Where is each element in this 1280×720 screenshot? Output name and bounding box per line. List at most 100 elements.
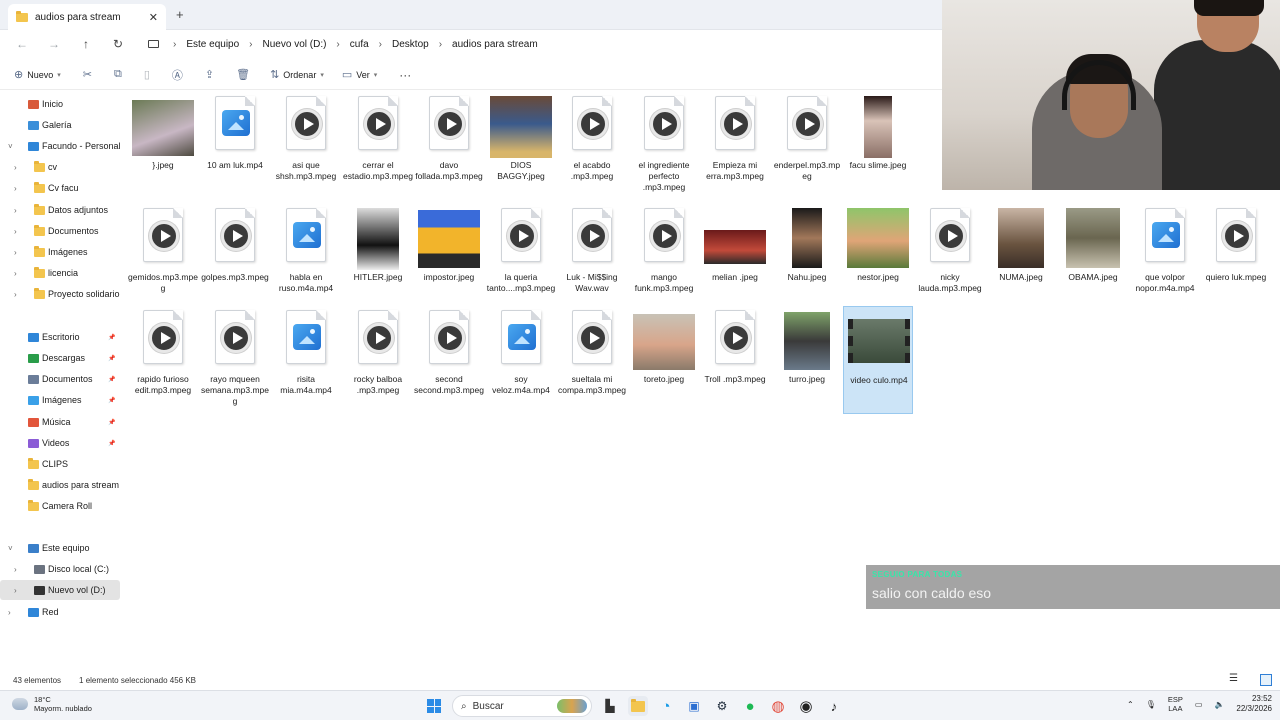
sidebar-item[interactable]: › Disco local (C:) [0, 559, 120, 579]
sidebar-item[interactable]: › Proyecto solidario [0, 284, 120, 304]
file-item[interactable]: second second.mp3.mpeg [414, 308, 484, 416]
chevron-right-icon[interactable]: › [14, 290, 17, 299]
sidebar-item[interactable]: Inicio [0, 94, 120, 114]
sidebar-item[interactable]: Descargas 📌 [0, 348, 120, 368]
sidebar-item[interactable]: Imágenes 📌 [0, 390, 120, 410]
file-item[interactable]: sueltala mi compa.mp3.mpeg [557, 308, 627, 416]
breadcrumb-este-equipo[interactable]: Este equipo [186, 39, 239, 50]
file-item[interactable]: toreto.jpeg [629, 308, 699, 416]
sidebar-item[interactable]: Escritorio 📌 [0, 327, 120, 347]
file-item[interactable]: facu slime.jpeg [843, 94, 913, 202]
sort-button[interactable]: ⇅ Ordenar ▾ [270, 68, 324, 81]
file-explorer-app-icon[interactable] [628, 696, 648, 716]
chevron-right-icon[interactable]: › [14, 269, 17, 278]
sidebar-item[interactable]: › Nuevo vol (D:) [0, 580, 120, 600]
file-item[interactable]: nestor.jpeg [843, 206, 913, 314]
chevron-up-icon[interactable]: ⌃ [1127, 700, 1134, 709]
file-item[interactable]: Empieza mi erra.mp3.mpeg [700, 94, 770, 202]
forward-button[interactable]: → [38, 37, 70, 51]
tab-audios-para-stream[interactable]: audios para stream ✕ [8, 4, 166, 30]
file-item[interactable]: enderpel.mp3.mpeg [772, 94, 842, 202]
up-button[interactable]: ↑ [70, 37, 102, 51]
sidebar-item[interactable]: audios para stream [0, 475, 120, 495]
edge-icon[interactable]: ◔ [656, 696, 676, 716]
more-options-button[interactable]: ··· [399, 68, 411, 82]
delete-button[interactable]: 🗑 [236, 68, 250, 81]
chevron-right-icon[interactable]: › [14, 206, 17, 215]
file-item[interactable]: video culo.mp4 [843, 306, 913, 414]
chevron-right-icon[interactable]: › [14, 248, 17, 257]
sidebar-item[interactable]: › Cv facu [0, 178, 120, 198]
sidebar-item[interactable]: ˅ Este equipo [0, 538, 120, 558]
sidebar-item[interactable]: CLIPS [0, 454, 120, 474]
file-item[interactable]: HITLER.jpeg [343, 206, 413, 314]
chevron-down-icon[interactable]: ˅ [8, 142, 13, 151]
chevron-right-icon[interactable]: › [14, 184, 17, 193]
file-item[interactable]: nicky lauda.mp3.mpeg [915, 206, 985, 314]
file-item[interactable]: golpes.mp3.mpeg [200, 206, 270, 314]
breadcrumb-nuevo-vol[interactable]: Nuevo vol (D:) [263, 39, 327, 50]
file-item[interactable]: quiero luk.mpeg [1201, 206, 1271, 314]
sidebar-item[interactable]: Documentos 📌 [0, 369, 120, 389]
sidebar-item[interactable]: › Red [0, 602, 120, 622]
share-button[interactable]: ⇪ [205, 68, 214, 81]
sidebar-item[interactable]: Camera Roll [0, 496, 120, 516]
file-item[interactable]: soy veloz.m4a.mp4 [486, 308, 556, 416]
file-item[interactable]: rayo mqueen semana.mp3.mpeg [200, 308, 270, 416]
file-item[interactable]: davo follada.mp3.mpeg [414, 94, 484, 202]
chevron-down-icon[interactable]: ˅ [8, 544, 13, 553]
file-item[interactable]: 10 am luk.mp4 [200, 94, 270, 202]
sidebar-item[interactable]: ˅ Facundo - Personal [0, 136, 121, 156]
file-item[interactable]: cerrar el estadio.mp3.mpeg [343, 94, 413, 202]
file-item[interactable]: Luk - Mi$$ing Wav.wav [557, 206, 627, 314]
paste-button[interactable]: ▯ [144, 68, 150, 81]
chevron-right-icon[interactable]: › [14, 586, 17, 595]
file-item[interactable]: impostor.jpeg [414, 206, 484, 314]
spotify-icon[interactable]: ● [740, 696, 760, 716]
breadcrumb-audios-para-stream[interactable]: audios para stream [452, 39, 538, 50]
weather-widget[interactable]: 18°C Mayorm. nublado [12, 695, 92, 713]
network-icon[interactable]: ▭ [1195, 700, 1203, 709]
file-item[interactable]: el ingrediente perfecto .mp3.mpeg [629, 94, 699, 202]
file-item[interactable]: Nahu.jpeg [772, 206, 842, 314]
file-item[interactable]: asi que shsh.mp3.mpeg [271, 94, 341, 202]
sidebar-item[interactable]: Música 📌 [0, 412, 120, 432]
language-indicator[interactable]: ESP LAA [1168, 695, 1183, 713]
sidebar-item[interactable]: Galería [0, 115, 120, 135]
start-button[interactable] [424, 696, 444, 716]
file-item[interactable]: mango funk.mp3.mpeg [629, 206, 699, 314]
steam-icon[interactable]: ⚙ [712, 696, 732, 716]
file-item[interactable]: la queria tanto....mp3.mpeg [486, 206, 556, 314]
file-item[interactable]: gemidos.mp3.mpeg [128, 206, 198, 314]
obs-icon[interactable]: ◉ [796, 696, 816, 716]
breadcrumb-cufa[interactable]: cufa [350, 39, 369, 50]
file-item[interactable]: rapido furioso edit.mp3.mpeg [128, 308, 198, 416]
cut-button[interactable]: ✂ [83, 68, 92, 81]
file-item[interactable]: melian .jpeg [700, 206, 770, 314]
file-item[interactable]: Troll .mp3.mpeg [700, 308, 770, 416]
large-icons-view-button[interactable] [1260, 674, 1272, 686]
sidebar-item[interactable]: › cv [0, 157, 120, 177]
task-view-icon[interactable]: ▙ [600, 696, 620, 716]
sidebar-item[interactable]: Videos 📌 [0, 433, 120, 453]
file-item[interactable]: habla en ruso.m4a.mp4 [271, 206, 341, 314]
tiktok-icon[interactable]: ♪ [824, 696, 844, 716]
file-item[interactable]: risita mia.m4a.mp4 [271, 308, 341, 416]
copy-button[interactable]: ⧉ [114, 68, 122, 81]
clock[interactable]: 23:52 22/3/2026 [1236, 694, 1272, 714]
back-button[interactable]: ← [6, 37, 38, 51]
sidebar-item[interactable]: › licencia [0, 263, 120, 283]
details-view-button[interactable]: ☰ [1229, 674, 1241, 686]
chevron-right-icon[interactable]: › [14, 227, 17, 236]
volume-icon[interactable]: 🔈 [1214, 700, 1224, 709]
store-icon[interactable]: ▣ [684, 696, 704, 716]
file-item[interactable]: }.jpeg [128, 94, 198, 202]
file-item[interactable]: DIOS BAGGY.jpeg [486, 94, 556, 202]
sidebar-item[interactable]: › Datos adjuntos [0, 200, 120, 220]
sidebar-item[interactable]: › Imágenes [0, 242, 120, 262]
breadcrumb-desktop[interactable]: Desktop [392, 39, 429, 50]
file-item[interactable]: NUMA.jpeg [986, 206, 1056, 314]
chrome-icon[interactable]: ◍ [768, 696, 788, 716]
view-button[interactable]: ▭ Ver ▾ [342, 68, 377, 81]
file-item[interactable]: rocky balboa .mp3.mpeg [343, 308, 413, 416]
